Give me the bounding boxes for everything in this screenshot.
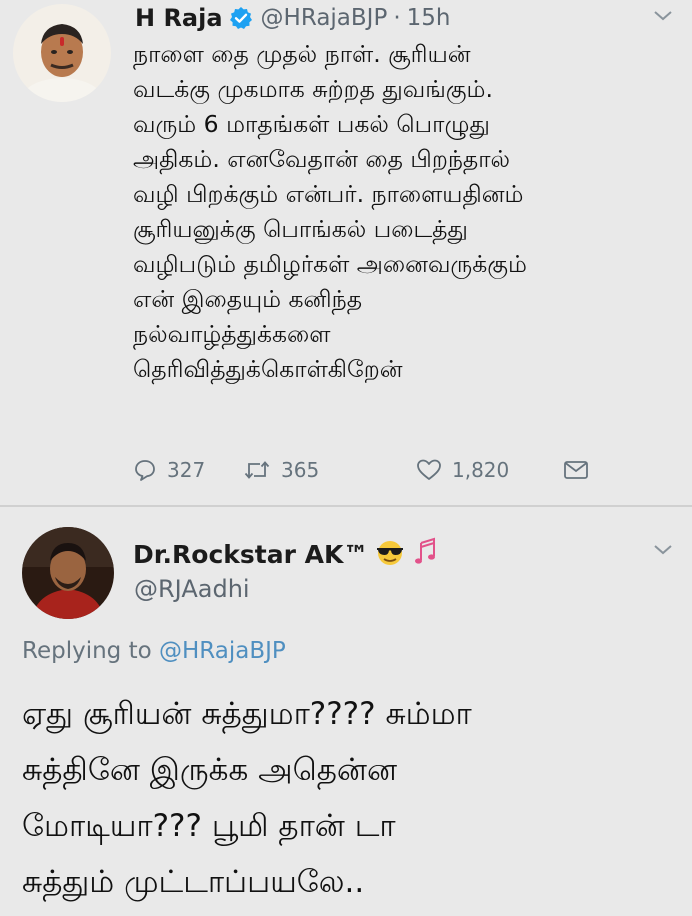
sunglasses-emoji-icon	[374, 538, 406, 570]
chevron-down-icon[interactable]	[652, 8, 674, 22]
tweet-body-line: தெரிவித்துக்கொள்கிறேன்	[133, 355, 403, 383]
retweet-icon	[244, 461, 270, 479]
like-count: 1,820	[452, 458, 510, 482]
heart-icon	[417, 459, 441, 480]
tweet-body-line: சூரியனுக்கு பொங்கல் படைத்து	[133, 215, 468, 243]
tweet-body-line: நாளை தை முதல் நாள். சூரியன்	[133, 40, 471, 68]
verified-badge-icon	[229, 6, 253, 30]
reply-count: 327	[167, 458, 206, 482]
reply-header: Dr.Rockstar AK™	[133, 534, 440, 574]
tweet-body-line: நல்வாழ்த்துக்களை	[133, 320, 331, 348]
retweet-button[interactable]: 365	[243, 455, 319, 485]
like-button[interactable]: 1,820	[416, 455, 509, 485]
envelope-icon	[564, 461, 588, 479]
replying-to: Replying to @HRajaBJP	[22, 638, 286, 664]
tweet-body-line: வரும் 6 மாதங்கள் பகல் பொழுது	[133, 110, 490, 138]
reply-body-line: மோடியா??? பூமி தான் டா	[22, 808, 396, 844]
author-handle[interactable]: @RJAadhi	[134, 575, 250, 603]
tweet-body-line: வழிபடும் தமிழர்கள் அனைவருக்கும்	[133, 250, 527, 278]
reply-button[interactable]: 327	[133, 455, 205, 485]
reply-body-line: ஏது சூரியன் சுத்துமா???? சும்மா	[22, 696, 472, 732]
reply-icon	[135, 460, 155, 481]
avatar[interactable]	[22, 527, 114, 619]
separator-dot: ·	[393, 5, 401, 31]
tweet-body-line: வழி பிறக்கும் என்பர். நாளையதினம்	[133, 180, 524, 208]
reply-body-line: சுத்தினே இருக்க அதென்ன	[22, 752, 398, 788]
reply-body-line: சுத்தும் முட்டாப்பயலே..	[22, 864, 365, 900]
replying-to-label: Replying to	[22, 638, 152, 664]
tweet-body: நாளை தை முதல் நாள். சூரியன் வடக்கு முகமா…	[133, 37, 678, 387]
author-name[interactable]: H Raja	[135, 4, 223, 32]
retweet-count: 365	[281, 458, 320, 482]
author-name[interactable]: Dr.Rockstar AK™	[133, 540, 368, 569]
tweet-body-line: என் இதையும் கனிந்த	[133, 285, 363, 313]
tweet-body-line: அதிகம். எனவேதான் தை பிறந்தால்	[133, 145, 511, 173]
tweet-timestamp[interactable]: 15h	[407, 5, 451, 31]
author-handle[interactable]: @HRajaBJP	[261, 5, 388, 31]
music-notes-icon	[412, 537, 440, 571]
tweet-actions: 327 365 1,820	[133, 455, 653, 485]
reply-body: ஏது சூரியன் சுத்துமா???? சும்மா சுத்தினே…	[22, 686, 682, 910]
tweet-body-line: வடக்கு முகமாக சுற்றத துவங்கும்.	[133, 75, 493, 103]
avatar[interactable]	[13, 4, 111, 102]
chevron-down-icon[interactable]	[652, 542, 674, 556]
original-tweet[interactable]: H Raja @HRajaBJP · 15h நாளை தை முதல் நாள…	[0, 0, 692, 505]
direct-message-button[interactable]	[563, 455, 599, 485]
tweet-header: H Raja @HRajaBJP · 15h	[135, 0, 450, 36]
replying-to-link[interactable]: @HRajaBJP	[159, 638, 286, 664]
